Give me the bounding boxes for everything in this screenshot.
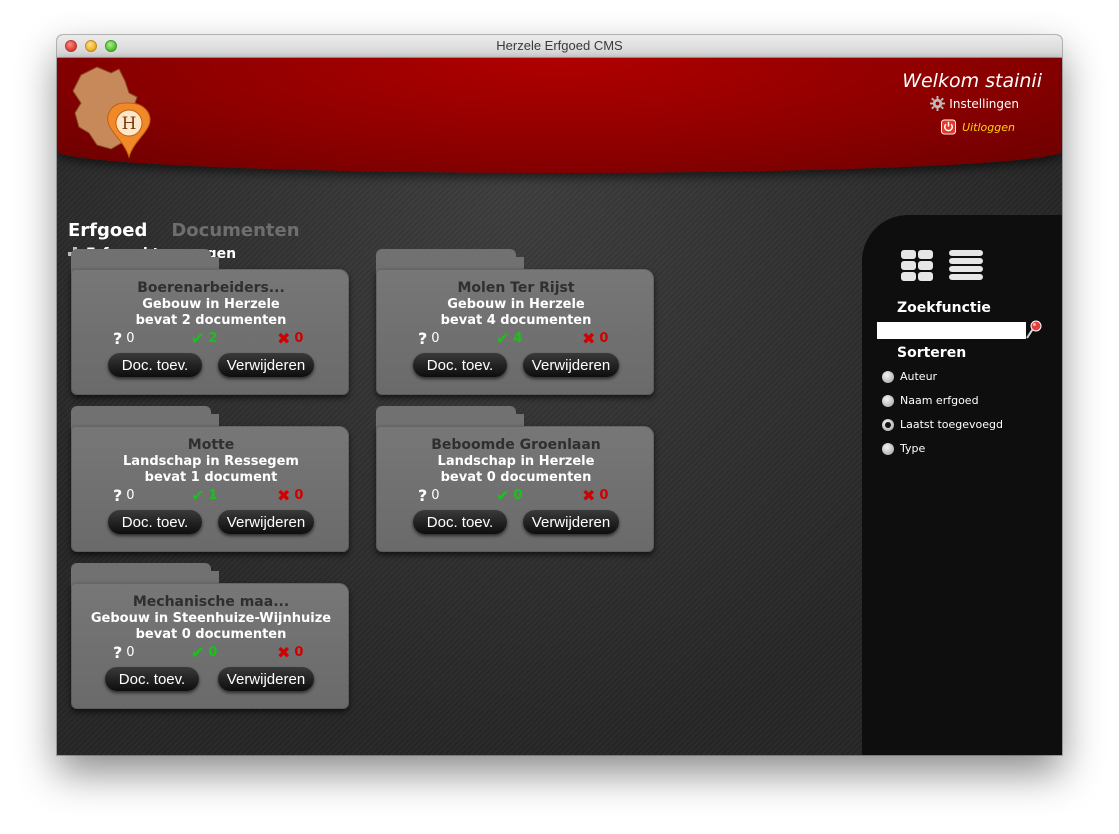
herzele-logo: H — [72, 66, 151, 159]
approved-stat: ✔ 2 — [191, 329, 218, 348]
radio-button[interactable] — [882, 442, 894, 455]
radio-button[interactable] — [882, 418, 894, 431]
card-type: Gebouw in Herzele — [447, 297, 585, 312]
card-type: Gebouw in Steenhuize-Wijnhuize — [90, 611, 332, 626]
card-document-count: bevat 0 documenten — [135, 627, 287, 642]
main-content: H Welkom stainii Instellingen Uitloggen … — [57, 58, 1062, 755]
check-icon: ✔ — [191, 643, 205, 662]
delete-button[interactable]: Verwijderen — [523, 353, 619, 377]
welcome-text: Welkom stainii — [902, 70, 1042, 92]
erfgoed-card: Boerenarbeiders... Gebouw in Herzele bev… — [71, 249, 351, 397]
logout-label: Uitloggen — [962, 120, 1015, 134]
erfgoed-card: Motte Landschap in Ressegem bevat 1 docu… — [71, 406, 351, 554]
sort-option-naam-erfgoed[interactable]: Naam erfgoed — [882, 394, 979, 407]
check-icon: ✔ — [191, 329, 205, 348]
rejected-stat: ✖ 0 — [277, 486, 304, 505]
approved-stat: ✔ 0 — [496, 486, 523, 505]
logo-letter: H — [122, 114, 137, 134]
power-icon — [941, 119, 957, 135]
list-view-icon[interactable] — [948, 248, 984, 284]
card-title: Motte — [187, 437, 235, 453]
card-document-count: bevat 1 document — [144, 470, 278, 485]
question-icon: ? — [418, 329, 428, 348]
card-document-count: bevat 2 documenten — [135, 313, 287, 328]
unknown-stat: ? 0 — [113, 329, 135, 348]
gear-icon — [930, 96, 946, 111]
question-icon: ? — [113, 643, 123, 662]
card-title: Mechanische maa... — [132, 594, 290, 610]
search-input[interactable] — [877, 322, 1026, 339]
delete-button[interactable]: Verwijderen — [218, 510, 314, 534]
rejected-stat: ✖ 0 — [277, 643, 304, 662]
card-document-count: bevat 4 documenten — [440, 313, 592, 328]
erfgoed-card: Beboomde Groenlaan Landschap in Herzele … — [376, 406, 656, 554]
sort-option-auteur[interactable]: Auteur — [882, 370, 937, 383]
question-icon: ? — [113, 486, 123, 505]
delete-button[interactable]: Verwijderen — [218, 667, 314, 691]
add-document-button[interactable]: Doc. toev. — [108, 510, 202, 534]
unknown-stat: ? 0 — [418, 329, 440, 348]
header-banner: H Welkom stainii Instellingen Uitloggen — [57, 58, 1062, 173]
radio-button[interactable] — [882, 370, 894, 383]
erfgoed-card: Mechanische maa... Gebouw in Steenhuize-… — [71, 563, 351, 711]
grid-view-icon[interactable] — [899, 248, 935, 284]
sort-option-type[interactable]: Type — [882, 442, 925, 455]
rejected-stat: ✖ 0 — [582, 329, 609, 348]
window-title: Herzele Erfgoed CMS — [496, 38, 623, 53]
sort-heading: Sorteren — [897, 345, 967, 361]
settings-link[interactable]: Instellingen — [930, 96, 1019, 111]
erfgoed-card: Molen Ter Rijst Gebouw in Herzele bevat … — [376, 249, 656, 397]
cross-icon: ✖ — [277, 486, 291, 505]
unknown-stat: ? 0 — [113, 486, 135, 505]
tab-bar: Erfgoed Documenten — [68, 220, 300, 241]
cross-icon: ✖ — [582, 486, 596, 505]
add-document-button[interactable]: Doc. toev. — [105, 667, 199, 691]
approved-stat: ✔ 0 — [191, 643, 218, 662]
cross-icon: ✖ — [582, 329, 596, 348]
approved-stat: ✔ 1 — [191, 486, 218, 505]
search-heading: Zoekfunctie — [897, 300, 991, 316]
sort-option-laatst-toegevoegd[interactable]: Laatst toegevoegd — [882, 418, 1003, 431]
check-icon: ✔ — [496, 486, 510, 505]
card-type: Gebouw in Herzele — [142, 297, 280, 312]
question-icon: ? — [418, 486, 428, 505]
tab-documenten[interactable]: Documenten — [171, 220, 299, 241]
tab-erfgoed[interactable]: Erfgoed — [68, 220, 147, 241]
add-document-button[interactable]: Doc. toev. — [108, 353, 202, 377]
radio-button[interactable] — [882, 394, 894, 407]
title-bar: Herzele Erfgoed CMS — [57, 35, 1062, 58]
search-icon[interactable] — [1025, 320, 1043, 340]
unknown-stat: ? 0 — [418, 486, 440, 505]
check-icon: ✔ — [496, 329, 510, 348]
card-title: Molen Ter Rijst — [457, 280, 575, 296]
card-type: Landschap in Herzele — [437, 454, 595, 469]
card-document-count: bevat 0 documenten — [440, 470, 592, 485]
card-title: Beboomde Groenlaan — [431, 437, 601, 453]
app-window: Herzele Erfgoed CMS H Welkom stainii Ins… — [57, 35, 1062, 755]
cross-icon: ✖ — [277, 329, 291, 348]
unknown-stat: ? 0 — [113, 643, 135, 662]
sidebar: Zoekfunctie Sorteren Auteur Naam erfgoed… — [862, 215, 1062, 755]
settings-label: Instellingen — [949, 96, 1019, 111]
question-icon: ? — [113, 329, 123, 348]
check-icon: ✔ — [191, 486, 205, 505]
logout-link[interactable]: Uitloggen — [941, 119, 1015, 135]
delete-button[interactable]: Verwijderen — [523, 510, 619, 534]
rejected-stat: ✖ 0 — [277, 329, 304, 348]
approved-stat: ✔ 4 — [496, 329, 523, 348]
card-title: Boerenarbeiders... — [137, 280, 285, 296]
rejected-stat: ✖ 0 — [582, 486, 609, 505]
card-type: Landschap in Ressegem — [123, 454, 299, 469]
delete-button[interactable]: Verwijderen — [218, 353, 314, 377]
cross-icon: ✖ — [277, 643, 291, 662]
add-document-button[interactable]: Doc. toev. — [413, 353, 507, 377]
add-document-button[interactable]: Doc. toev. — [413, 510, 507, 534]
